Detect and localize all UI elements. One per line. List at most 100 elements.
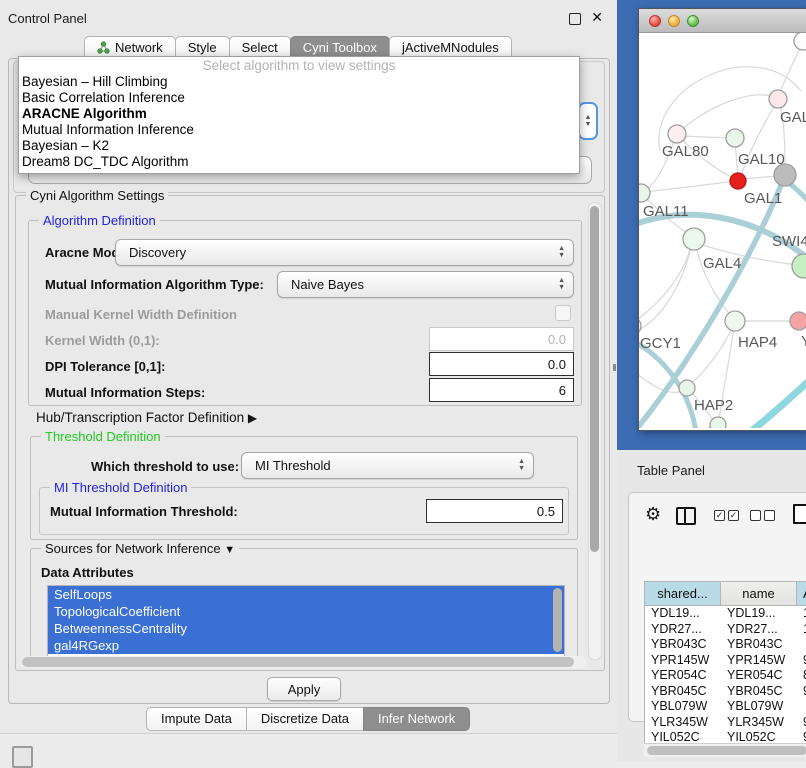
control-panel-window: Control Panel ✕ Network Style Select Cyn…: [0, 0, 618, 734]
table-hscrollbar-thumb[interactable]: [647, 746, 806, 755]
table-row[interactable]: YBR045CYBR045C9.: [645, 684, 806, 700]
table-row[interactable]: YDR27...YDR27...12: [645, 622, 806, 638]
table-row[interactable]: YPR145WYPR145W9.: [645, 653, 806, 669]
node-gcy1[interactable]: [639, 317, 641, 335]
aracne-mode-combobox[interactable]: Discovery ▲▼: [115, 239, 574, 266]
data-attributes-label: Data Attributes: [41, 565, 134, 580]
table-settings-gear-icon[interactable]: ⚙: [645, 505, 661, 523]
node-gal4[interactable]: [683, 228, 705, 250]
table-row[interactable]: YBL079WYBL079W: [645, 699, 806, 715]
node-swi4[interactable]: [792, 254, 806, 278]
algorithm-dropdown-popup: Select algorithm to view settings Bayesi…: [18, 56, 580, 174]
tab-discretize-data[interactable]: Discretize Data: [246, 707, 364, 731]
manual-kernel-width-checkbox[interactable]: [555, 305, 571, 321]
split-pane-divider-handle[interactable]: [613, 364, 616, 371]
settings-vscrollbar-track[interactable]: [588, 202, 602, 660]
which-threshold-label: Which threshold to use:: [91, 459, 239, 474]
network-graph: [639, 33, 806, 428]
tab-network-label: Network: [115, 40, 163, 55]
popup-item[interactable]: Basic Correlation Inference: [19, 90, 579, 106]
dpi-tolerance-label: DPI Tolerance [0,1]:: [45, 359, 165, 374]
tab-style-label: Style: [188, 40, 217, 55]
minimize-traffic-light-icon[interactable]: [668, 15, 680, 27]
kernel-width-label: Kernel Width (0,1):: [45, 333, 160, 348]
mi-algorithm-type-combobox[interactable]: Naive Bayes ▲▼: [277, 271, 574, 298]
apply-button[interactable]: Apply: [267, 677, 341, 701]
algorithm-combobox[interactable]: ▲▼: [578, 102, 598, 140]
node-gal1-selected[interactable]: [730, 173, 746, 189]
hub-definition-expander[interactable]: Hub/Transcription Factor Definition ▶: [36, 410, 257, 425]
minimized-window-icon[interactable]: [12, 746, 33, 768]
list-item[interactable]: TopologicalCoefficient: [48, 603, 564, 620]
which-threshold-value: MI Threshold: [255, 458, 331, 473]
table-hscrollbar-track[interactable]: [644, 743, 806, 757]
select-all-columns-icon[interactable]: ✓✓: [714, 510, 739, 521]
table-header-row: shared... name A: [645, 582, 806, 606]
mi-algorithm-type-label: Mutual Information Algorithm Type:: [45, 277, 264, 292]
list-item[interactable]: BetweennessCentrality: [48, 620, 564, 637]
node-label: GAL1: [744, 190, 782, 207]
table-panel-title: Table Panel: [637, 463, 705, 478]
node-label: HAP2: [694, 397, 733, 414]
popup-item[interactable]: Mutual Information Inference: [19, 122, 579, 138]
node-label: SWI4: [772, 233, 806, 250]
zoom-traffic-light-icon[interactable]: [687, 15, 699, 27]
close-icon[interactable]: ✕: [591, 9, 603, 26]
dpi-tolerance-value: 0.0: [548, 357, 566, 372]
popup-item[interactable]: Bayesian – Hill Climbing: [19, 74, 579, 90]
popup-prompt[interactable]: Select algorithm to view settings: [19, 57, 579, 74]
network-window-titlebar[interactable]: [639, 9, 806, 33]
node-gal10[interactable]: [726, 129, 744, 147]
cyni-bottom-tabs: Impute Data Discretize Data Infer Networ…: [146, 707, 469, 731]
mi-steps-value: 6: [559, 383, 566, 398]
node-hap4[interactable]: [725, 311, 745, 331]
table-row-partial[interactable]: YIL052CYIL052C9: [645, 730, 806, 743]
settings-hscrollbar-track[interactable]: [20, 656, 586, 668]
mi-threshold-field[interactable]: 0.5: [426, 499, 563, 523]
tab-impute-data[interactable]: Impute Data: [146, 707, 247, 731]
table-row[interactable]: YBR043CYBR043C: [645, 637, 806, 653]
settings-group-title: Cyni Algorithm Settings: [26, 188, 168, 203]
settings-hscrollbar-thumb[interactable]: [22, 657, 574, 667]
network-canvas[interactable]: GAL GAL80 GAL10 GAL1 GAL11 GAL4 SWI4 GCY…: [639, 33, 806, 428]
list-item[interactable]: SelfLoops: [48, 586, 564, 603]
close-traffic-light-icon[interactable]: [649, 15, 661, 27]
import-table-icon[interactable]: [793, 504, 806, 524]
node-gal80[interactable]: [668, 125, 686, 143]
spinner-arrows-icon: ▲▼: [518, 458, 525, 472]
node-gal11[interactable]: [639, 184, 650, 202]
which-threshold-combobox[interactable]: MI Threshold ▲▼: [241, 452, 534, 479]
control-panel-titlebar: Control Panel ✕: [0, 0, 617, 30]
node[interactable]: [710, 417, 726, 428]
column-header-shared-name[interactable]: shared...: [645, 582, 721, 605]
kernel-width-field[interactable]: 0.0: [429, 327, 574, 351]
node[interactable]: [769, 90, 787, 108]
popup-item[interactable]: Dream8 DC_TDC Algorithm: [19, 154, 579, 170]
table-row[interactable]: YDL19...YDL19...13: [645, 606, 806, 622]
node-label: GCY1: [640, 335, 681, 352]
float-window-icon[interactable]: [569, 13, 581, 25]
table-row[interactable]: YLR345WYLR345W9.: [645, 715, 806, 731]
popup-item-selected[interactable]: ARACNE Algorithm: [19, 106, 579, 122]
node-hap2[interactable]: [679, 380, 695, 396]
list-item[interactable]: gal4RGexp: [48, 637, 564, 654]
mi-steps-field[interactable]: 6: [429, 378, 574, 402]
network-view-window: GAL GAL80 GAL10 GAL1 GAL11 GAL4 SWI4 GCY…: [638, 8, 806, 431]
kernel-width-value: 0.0: [548, 332, 566, 347]
unselect-all-columns-icon[interactable]: [750, 510, 775, 521]
list-scrollbar-thumb[interactable]: [553, 588, 562, 652]
node[interactable]: [794, 33, 806, 50]
popup-item[interactable]: Bayesian – K2: [19, 138, 579, 154]
dpi-tolerance-field[interactable]: 0.0: [429, 352, 574, 376]
column-header-clipped[interactable]: A: [797, 582, 806, 605]
column-header-name[interactable]: name: [721, 582, 797, 605]
mi-threshold-value: 0.5: [537, 504, 555, 519]
node[interactable]: [790, 312, 806, 330]
mi-steps-label: Mutual Information Steps:: [45, 385, 205, 400]
tab-jactivemnodules-label: jActiveMNodules: [402, 40, 499, 55]
table-row[interactable]: YER054CYER054C8.: [645, 668, 806, 684]
show-columns-icon[interactable]: [676, 507, 696, 525]
tab-infer-network[interactable]: Infer Network: [363, 707, 470, 731]
sources-group-title[interactable]: Sources for Network Inference ▼: [41, 541, 239, 556]
settings-vscrollbar-thumb[interactable]: [590, 206, 599, 552]
